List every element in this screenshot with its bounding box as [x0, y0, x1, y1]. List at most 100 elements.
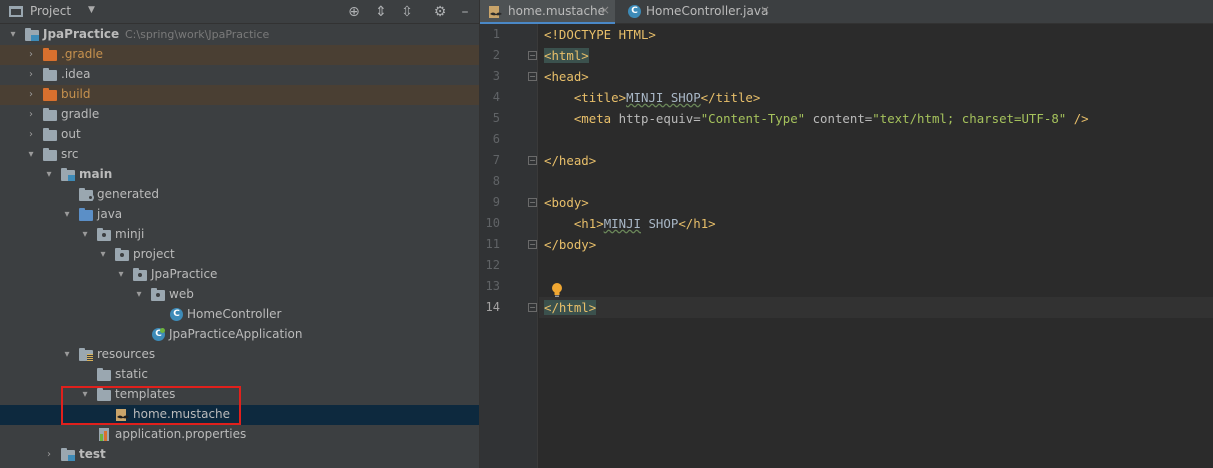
locate-file-icon[interactable]: ⊕ — [345, 3, 363, 21]
attr-value: "Content-Type" — [700, 111, 806, 126]
tree-item-label: build — [61, 87, 91, 101]
chevron-down-icon[interactable]: ▾ — [80, 229, 90, 241]
tree-item-project[interactable]: ▾ project — [0, 245, 479, 265]
properties-file-icon — [97, 428, 113, 442]
code-line-11[interactable]: </body> — [544, 234, 596, 255]
tree-item-label: main — [79, 167, 113, 181]
tree-item-minji[interactable]: ▾ minji — [0, 225, 479, 245]
tree-item-homecontroller[interactable]: C HomeController — [0, 305, 479, 325]
code-line-5[interactable]: <meta http-equiv="Content-Type" content=… — [544, 108, 1089, 129]
tree-item-build[interactable]: › build — [0, 85, 479, 105]
tree-item-label: JpaPractice — [43, 27, 120, 41]
code-line-2[interactable]: <html> — [544, 45, 589, 66]
code-line-7[interactable]: </head> — [544, 150, 596, 171]
tree-item-label: project — [133, 247, 175, 261]
tree-item-generated[interactable]: generated — [0, 185, 479, 205]
tree-item-test[interactable]: › test — [0, 445, 479, 465]
title-close-tag: </title> — [700, 90, 761, 105]
line-number: 5 — [492, 111, 500, 125]
fold-marker-icon[interactable]: − — [528, 156, 537, 165]
fold-marker-icon[interactable]: − — [528, 51, 537, 60]
tree-item-label: out — [61, 127, 81, 141]
close-icon[interactable]: × — [600, 3, 610, 17]
tree-item-gradle[interactable]: › .gradle — [0, 45, 479, 65]
chevron-right-icon[interactable]: › — [26, 109, 36, 121]
generated-folder-icon — [79, 188, 95, 202]
tree-item-label: gradle — [61, 107, 100, 121]
line-number: 11 — [485, 237, 500, 251]
h1-text: MINJI — [603, 216, 641, 231]
tree-item-resources[interactable]: ▾ resources — [0, 345, 479, 365]
tree-item-static[interactable]: static — [0, 365, 479, 385]
tree-item-main[interactable]: ▾ main — [0, 165, 479, 185]
title-text: MINJI SHOP — [626, 90, 701, 105]
chevron-down-icon[interactable]: ▾ — [8, 29, 18, 41]
tree-item-label: generated — [97, 187, 159, 201]
module-folder-icon — [61, 448, 77, 462]
tab-homecontroller-java[interactable]: C HomeController.java × — [617, 0, 777, 24]
chevron-right-icon[interactable]: › — [26, 49, 36, 61]
h1-close-tag: </h1> — [678, 216, 716, 231]
tree-item-src[interactable]: ▾ src — [0, 145, 479, 165]
code-line-14[interactable]: </html> — [544, 297, 597, 318]
line-number: 1 — [492, 27, 500, 41]
code-line-3[interactable]: <head> — [544, 66, 589, 87]
attr-name: content= — [812, 111, 873, 126]
chevron-down-icon[interactable]: ▼ — [88, 5, 95, 15]
chevron-down-icon[interactable]: ▾ — [62, 209, 72, 221]
line-number: 6 — [492, 132, 500, 146]
chevron-right-icon[interactable]: › — [26, 69, 36, 81]
code-line-1[interactable]: <!DOCTYPE HTML> — [544, 24, 656, 45]
tree-item-out[interactable]: › out — [0, 125, 479, 145]
chevron-right-icon[interactable]: › — [44, 449, 54, 461]
chevron-down-icon[interactable]: ▾ — [44, 169, 54, 181]
fold-marker-icon[interactable]: − — [528, 303, 537, 312]
chevron-down-icon[interactable]: ▾ — [116, 269, 126, 281]
collapse-all-icon[interactable]: ⇳ — [398, 3, 416, 21]
tree-item-java[interactable]: ▾ java — [0, 205, 479, 225]
tab-home-mustache[interactable]: home.mustache × — [480, 0, 615, 24]
tree-item-label: static — [115, 367, 148, 381]
line-number: 14 — [485, 300, 500, 314]
line-number: 10 — [485, 216, 500, 230]
meta-tag: <meta — [573, 111, 612, 126]
lightbulb-icon[interactable] — [550, 282, 564, 298]
folder-icon — [43, 128, 59, 142]
chevron-right-icon[interactable]: › — [26, 129, 36, 141]
folder-icon — [43, 108, 59, 122]
gear-icon[interactable]: ⚙ — [431, 3, 449, 21]
chevron-down-icon[interactable]: ▾ — [98, 249, 108, 261]
fold-marker-icon[interactable]: − — [528, 72, 537, 81]
tree-item-label: resources — [97, 347, 156, 361]
code-line-10[interactable]: <h1>MINJI SHOP</h1> — [544, 213, 716, 234]
tree-item-web[interactable]: ▾ web — [0, 285, 479, 305]
line-number: 7 — [492, 153, 500, 167]
chevron-right-icon[interactable]: › — [26, 89, 36, 101]
code-line-4[interactable]: <title>MINJI SHOP</title> — [544, 87, 761, 108]
fold-marker-icon[interactable]: − — [528, 240, 537, 249]
body-close-tag: </body> — [544, 237, 597, 252]
tree-item-jpapracticeapplication[interactable]: C JpaPracticeApplication — [0, 325, 479, 345]
chevron-down-icon[interactable]: ▾ — [26, 149, 36, 161]
chevron-down-icon[interactable]: ▾ — [134, 289, 144, 301]
html-open-tag: <html> — [544, 48, 589, 63]
folder-icon — [97, 368, 113, 382]
fold-marker-icon[interactable]: − — [528, 198, 537, 207]
tree-item-gradle[interactable]: › gradle — [0, 105, 479, 125]
code-line-9[interactable]: <body> — [544, 192, 589, 213]
hide-panel-icon[interactable]: – — [456, 3, 474, 21]
project-panel-title[interactable]: Project — [30, 4, 71, 18]
title-open-tag: <title> — [573, 90, 627, 105]
tree-item-label: web — [169, 287, 194, 301]
tab-label: home.mustache — [508, 4, 606, 18]
tree-item-application-properties[interactable]: application.properties — [0, 425, 479, 445]
expand-all-icon[interactable]: ⇕ — [372, 3, 390, 21]
chevron-down-icon[interactable]: ▾ — [62, 349, 72, 361]
tree-item-label: JpaPracticeApplication — [169, 327, 303, 341]
tree-item-idea[interactable]: › .idea — [0, 65, 479, 85]
tree-item-jpapractice[interactable]: ▾ JpaPractice C:\spring\work\JpaPractice — [0, 25, 479, 45]
close-icon[interactable]: × — [760, 3, 770, 17]
source-folder-icon — [79, 208, 95, 222]
tree-item-jpapractice[interactable]: ▾ JpaPractice — [0, 265, 479, 285]
project-view-icon — [9, 6, 23, 17]
